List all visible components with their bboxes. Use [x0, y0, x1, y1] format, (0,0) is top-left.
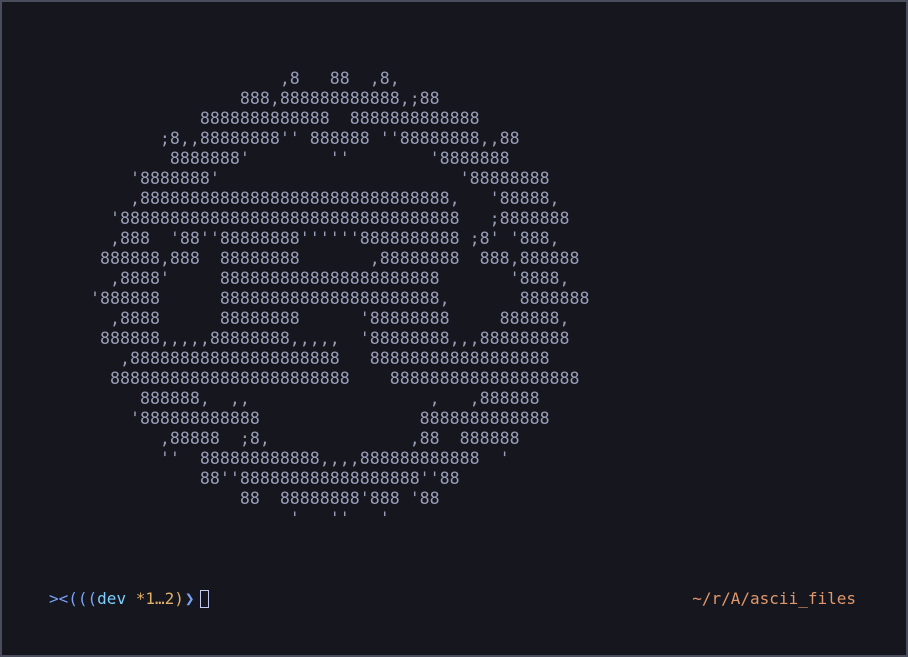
ascii-art-output: ,8 88 ,8, 888,888888888888,;88 888888888…	[90, 69, 590, 528]
git-status: *1…2)	[126, 589, 184, 608]
terminal-window[interactable]: ,8 88 ,8, 888,888888888888,;88 888888888…	[0, 0, 908, 657]
text-cursor[interactable]	[199, 590, 209, 608]
prompt-arrow-icon: ❯	[184, 589, 195, 608]
prompt-fish-symbol: ><(((	[49, 589, 98, 608]
git-branch-name: dev	[97, 589, 127, 608]
shell-prompt: ><((( dev *1…2) ❯	[49, 588, 209, 610]
current-directory: ~/r/A/ascii_files	[692, 589, 856, 608]
